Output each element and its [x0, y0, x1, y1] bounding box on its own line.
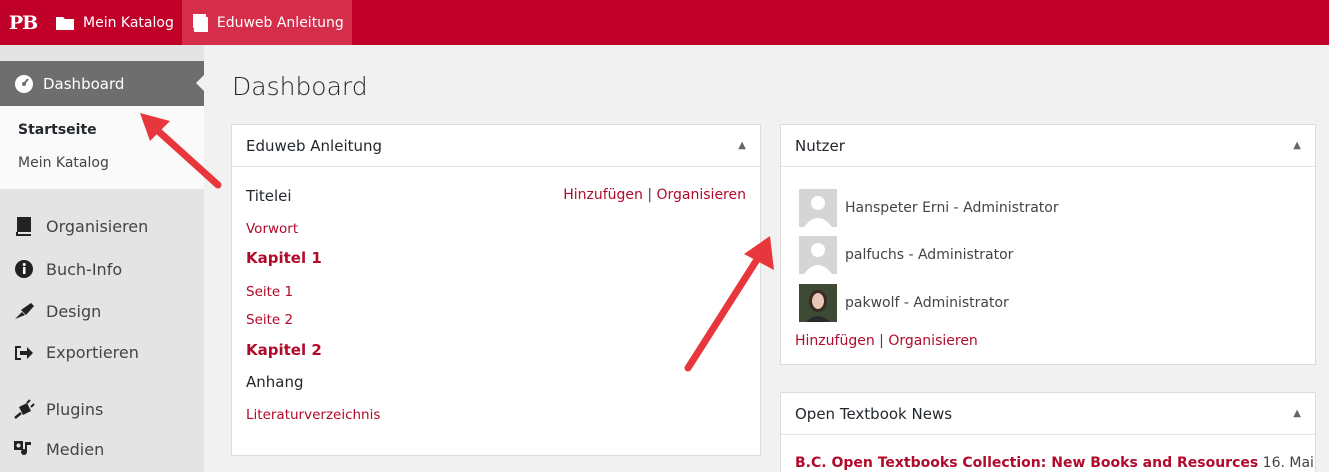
user-row[interactable]: pakwolf - Administrator — [799, 284, 1009, 322]
menu-design[interactable]: Design — [12, 301, 101, 321]
submenu-startseite[interactable]: Startseite — [18, 122, 97, 138]
media-icon — [12, 439, 36, 459]
menu-medien-label: Medien — [46, 439, 105, 459]
seite-1-link[interactable]: Seite 1 — [246, 284, 293, 300]
book-panel-title: Eduweb Anleitung — [246, 136, 383, 155]
add-user-link[interactable]: Hinzufügen — [795, 333, 875, 349]
menu-buch-info-label: Buch-Info — [46, 259, 123, 279]
collapse-toggle-icon[interactable]: ▲ — [1293, 140, 1301, 151]
seite-2-link[interactable]: Seite 2 — [246, 312, 293, 328]
menu-design-label: Design — [46, 301, 102, 321]
user-name: pakwolf - Administrator — [845, 295, 1009, 311]
plug-icon — [12, 399, 36, 419]
menu-organisieren[interactable]: Organisieren — [12, 216, 148, 236]
news-headline-link[interactable]: B.C. Open Textbooks Collection: New Book… — [795, 455, 1258, 471]
chapter-1-link[interactable]: Kapitel 1 — [246, 249, 322, 267]
book-actions: Hinzufügen | Organisieren — [563, 187, 746, 203]
news-panel-title: Open Textbook News — [795, 404, 953, 423]
admin-sidebar: Dashboard Startseite Mein Katalog Organi… — [0, 45, 205, 472]
anhang-heading: Anhang — [246, 373, 304, 391]
dashboard-submenu: Startseite Mein Katalog — [0, 106, 204, 189]
menu-dashboard[interactable]: Dashboard — [0, 61, 205, 106]
pressbooks-logo[interactable]: PB — [0, 0, 46, 45]
news-date: 16. Mai — [1262, 455, 1314, 471]
page-title: Dashboard — [232, 72, 368, 101]
dashboard-icon — [15, 74, 33, 93]
users-actions: Hinzufügen | Organisieren — [795, 333, 978, 349]
collapse-toggle-icon[interactable]: ▲ — [738, 140, 746, 151]
user-row[interactable]: Hanspeter Erni - Administrator — [799, 189, 1059, 227]
users-panel: Nutzer ▲ Hanspeter Erni - Administrator … — [780, 124, 1316, 365]
vorwort-link[interactable]: Vorwort — [246, 221, 298, 237]
my-catalog-link[interactable]: Mein Katalog — [46, 0, 182, 45]
book-icon — [192, 13, 208, 32]
news-panel-header[interactable]: Open Textbook News ▲ — [781, 393, 1315, 435]
titelei-heading: Titelei — [246, 187, 292, 205]
my-catalog-label: Mein Katalog — [83, 14, 174, 31]
menu-exportieren-label: Exportieren — [46, 343, 139, 362]
collapse-toggle-icon[interactable]: ▲ — [1293, 408, 1301, 419]
export-icon — [12, 344, 36, 362]
default-avatar-icon — [799, 236, 837, 274]
info-icon — [12, 259, 36, 279]
current-book-label: Eduweb Anleitung — [216, 14, 344, 31]
user-row[interactable]: palfuchs - Administrator — [799, 236, 1013, 274]
news-item: B.C. Open Textbooks Collection: New Book… — [795, 455, 1314, 471]
user-photo-avatar — [799, 284, 837, 322]
news-panel: Open Textbook News ▲ B.C. Open Textbooks… — [780, 392, 1316, 472]
organize-users-link[interactable]: Organisieren — [888, 333, 978, 349]
brush-icon — [12, 301, 36, 321]
menu-exportieren[interactable]: Exportieren — [12, 343, 139, 362]
menu-buch-info[interactable]: Buch-Info — [12, 259, 122, 279]
folder-icon — [56, 16, 74, 30]
submenu-mein-katalog[interactable]: Mein Katalog — [18, 155, 109, 171]
menu-dashboard-label: Dashboard — [43, 74, 125, 93]
users-panel-header[interactable]: Nutzer ▲ — [781, 125, 1315, 167]
chapter-2-link[interactable]: Kapitel 2 — [246, 341, 322, 359]
current-book-link[interactable]: Eduweb Anleitung — [181, 0, 352, 45]
users-panel-title: Nutzer — [795, 136, 845, 155]
menu-medien[interactable]: Medien — [12, 439, 104, 459]
book-icon — [12, 216, 36, 236]
separator: | — [647, 187, 653, 203]
organize-link[interactable]: Organisieren — [657, 187, 747, 203]
menu-plugins-label: Plugins — [46, 399, 104, 419]
default-avatar-icon — [799, 189, 837, 227]
literaturverzeichnis-link[interactable]: Literaturverzeichnis — [246, 407, 380, 423]
menu-plugins[interactable]: Plugins — [12, 399, 103, 419]
book-panel-header[interactable]: Eduweb Anleitung ▲ — [232, 125, 760, 167]
user-name: Hanspeter Erni - Administrator — [845, 200, 1059, 216]
book-overview-panel: Eduweb Anleitung ▲ Titelei Hinzufügen | … — [231, 124, 761, 456]
menu-organisieren-label: Organisieren — [46, 216, 149, 236]
add-link[interactable]: Hinzufügen — [563, 187, 643, 203]
user-name: palfuchs - Administrator — [845, 247, 1014, 263]
admin-bar: PB Mein Katalog Eduweb Anleitung — [0, 0, 1329, 45]
separator: | — [879, 333, 884, 349]
